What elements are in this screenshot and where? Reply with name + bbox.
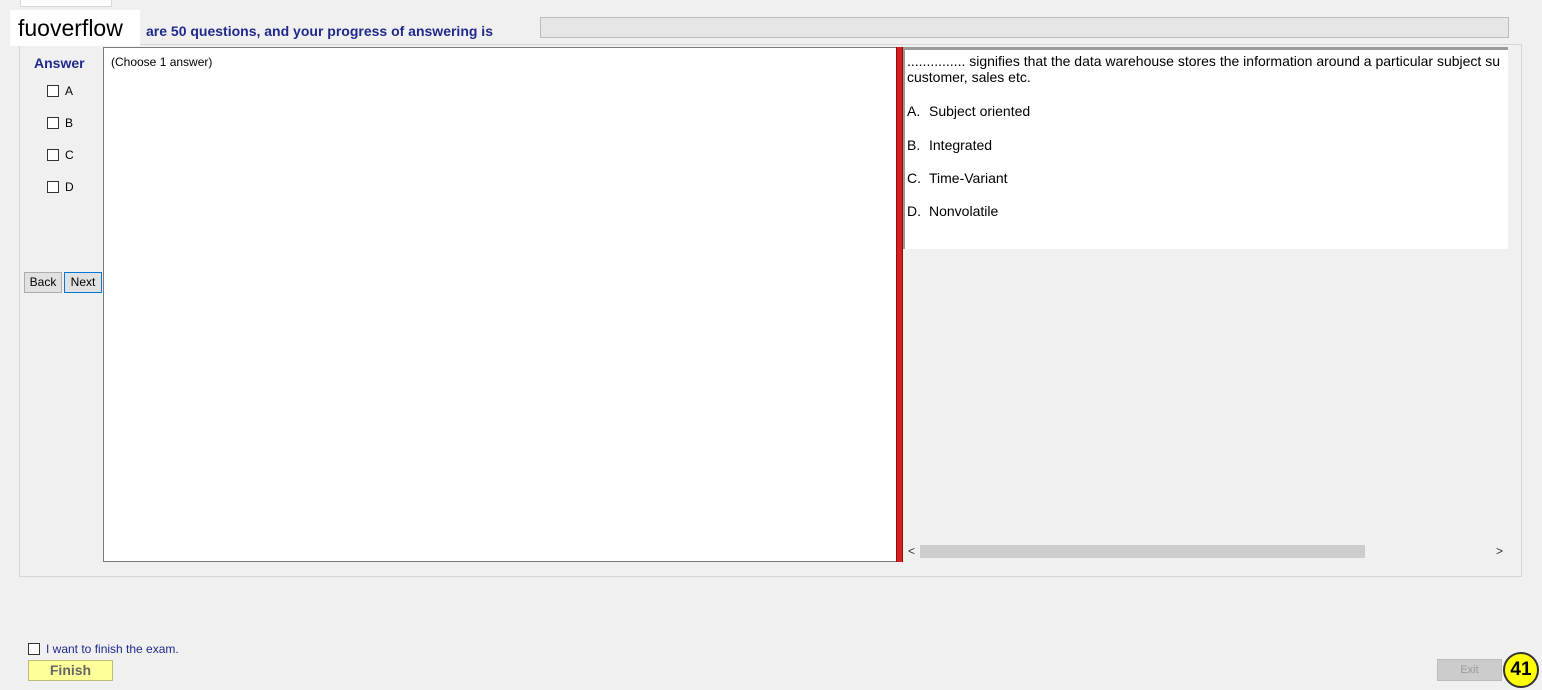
- question-option-a: A. Subject oriented: [907, 103, 1030, 119]
- checkbox-a[interactable]: [47, 84, 59, 97]
- checkbox-c[interactable]: [47, 148, 59, 161]
- answer-option-label: B: [65, 115, 74, 130]
- question-option-key: C.: [907, 170, 921, 186]
- question-option-key: B.: [907, 137, 921, 153]
- question-option-text: Subject oriented: [929, 103, 1031, 119]
- question-option-key: D.: [907, 203, 921, 219]
- horizontal-scrollbar[interactable]: < >: [903, 543, 1508, 560]
- exit-button[interactable]: Exit: [1437, 659, 1502, 681]
- splitter-handle[interactable]: [896, 47, 903, 562]
- back-button[interactable]: Back: [24, 272, 62, 293]
- answer-option-a[interactable]: A: [47, 83, 73, 98]
- question-text: ............... signifies that the data …: [907, 53, 1500, 85]
- question-option-c: C. Time-Variant: [907, 170, 1008, 186]
- choose-instruction: (Choose 1 answer): [111, 55, 213, 69]
- answer-option-b[interactable]: B: [47, 115, 73, 130]
- question-option-key: A.: [907, 103, 921, 119]
- question-option-b: B. Integrated: [907, 137, 992, 153]
- question-option-text: Integrated: [929, 137, 993, 153]
- chevron-left-icon[interactable]: <: [903, 543, 920, 560]
- page-number-badge: 41: [1503, 652, 1539, 688]
- answer-option-c[interactable]: C: [47, 147, 74, 162]
- next-button[interactable]: Next: [64, 272, 102, 293]
- top-strip: [0, 0, 1542, 6]
- answer-option-d[interactable]: D: [47, 179, 74, 194]
- checkbox-b[interactable]: [47, 116, 59, 129]
- finish-checkbox-label: I want to finish the exam.: [46, 641, 179, 656]
- question-option-text: Time-Variant: [929, 170, 1008, 186]
- tab-header[interactable]: [20, 0, 112, 7]
- answer-text-area[interactable]: (Choose 1 answer): [103, 47, 896, 562]
- answer-option-label: D: [65, 179, 74, 194]
- progress-caption: are 50 questions, and your progress of a…: [146, 23, 493, 39]
- watermark-label: fuoverflow: [10, 10, 140, 46]
- question-pane: ............... signifies that the data …: [903, 47, 1508, 562]
- question-option-d: D. Nonvolatile: [907, 203, 998, 219]
- question-option-text: Nonvolatile: [929, 203, 999, 219]
- finish-confirm[interactable]: I want to finish the exam.: [28, 641, 179, 656]
- progress-bar: [540, 17, 1509, 38]
- checkbox-d[interactable]: [47, 180, 59, 193]
- scrollbar-thumb[interactable]: [920, 545, 1365, 558]
- finish-button[interactable]: Finish: [28, 660, 113, 681]
- chevron-right-icon[interactable]: >: [1491, 543, 1508, 560]
- answer-heading: Answer: [34, 55, 85, 71]
- question-content: ............... signifies that the data …: [903, 47, 1508, 249]
- finish-checkbox[interactable]: [28, 642, 40, 655]
- answer-option-label: A: [65, 83, 74, 98]
- answer-option-label: C: [65, 147, 74, 162]
